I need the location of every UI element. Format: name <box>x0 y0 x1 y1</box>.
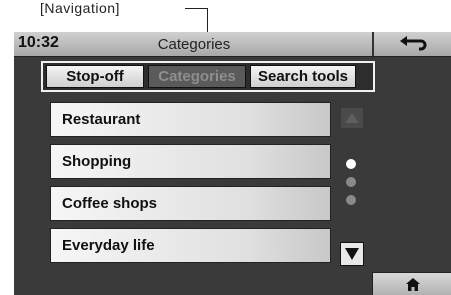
scroll-up-button[interactable] <box>341 108 363 128</box>
page-dot <box>346 177 356 187</box>
tab-stop-off[interactable]: Stop-off <box>46 65 144 88</box>
home-icon <box>405 278 420 291</box>
list-item-coffee-shops[interactable]: Coffee shops <box>50 186 331 221</box>
list-item-shopping[interactable]: Shopping <box>50 144 331 179</box>
list-item-restaurant[interactable]: Restaurant <box>50 102 331 137</box>
title-bar: 10:32 Categories <box>14 32 451 57</box>
page-dot-active <box>346 159 356 169</box>
callout-line <box>185 8 207 9</box>
page-dot <box>346 195 356 205</box>
tab-search-tools[interactable]: Search tools <box>250 65 356 88</box>
home-button[interactable] <box>372 272 451 295</box>
back-button[interactable] <box>372 32 451 56</box>
back-arrow-icon <box>399 36 426 51</box>
tab-categories[interactable]: Categories <box>148 65 246 88</box>
navigation-screen: 10:32 Categories Stop-off Categories Sea… <box>14 32 451 295</box>
up-arrow-icon <box>345 113 359 123</box>
callout-label: [Navigation] <box>40 0 120 16</box>
scroll-down-button[interactable] <box>340 242 364 266</box>
tab-bar: Stop-off Categories Search tools <box>41 61 375 92</box>
down-arrow-icon <box>345 248 359 260</box>
page-title: Categories <box>157 36 231 53</box>
list-item-everyday-life[interactable]: Everyday life <box>50 228 331 263</box>
